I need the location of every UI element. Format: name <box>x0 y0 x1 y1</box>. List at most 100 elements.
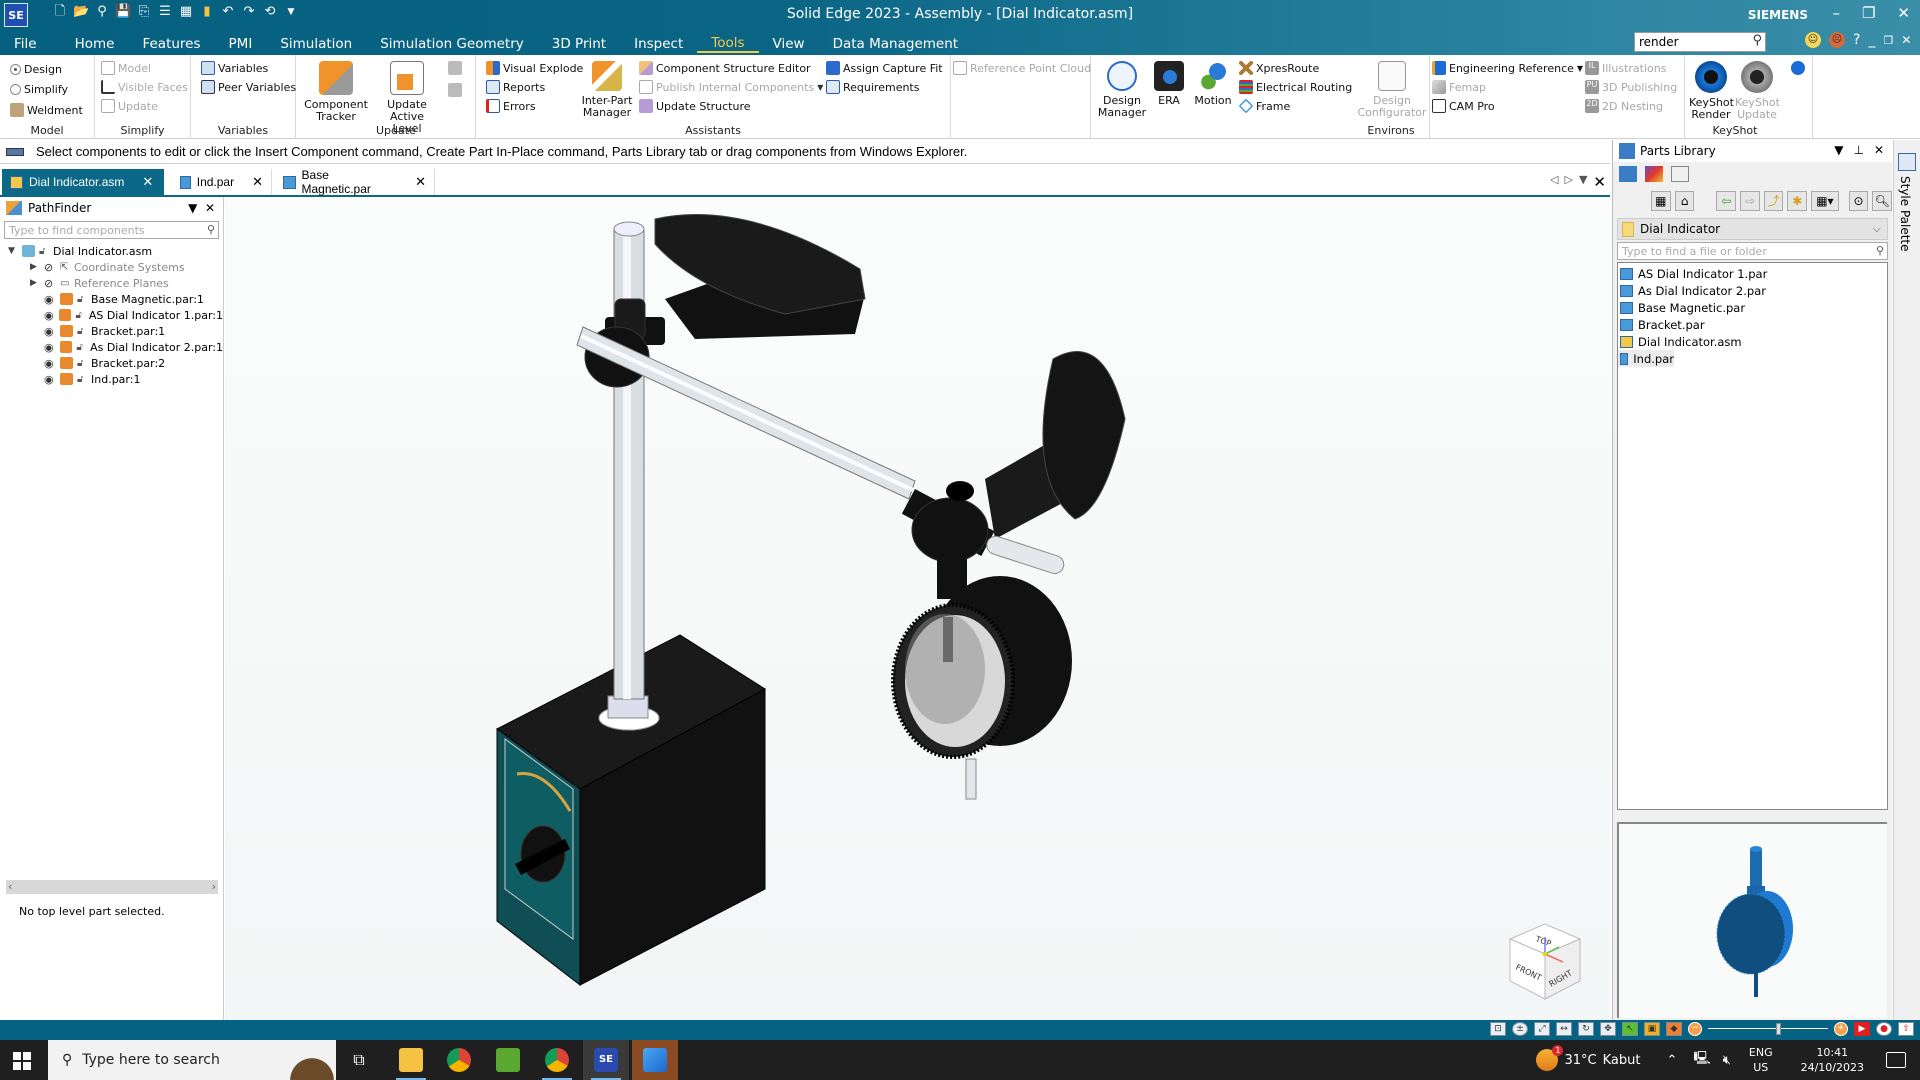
visible-faces-button[interactable]: Visible Faces <box>101 80 188 94</box>
keyshot-render-button[interactable]: KeyShot Render <box>1689 61 1734 121</box>
zoom-icon[interactable]: ± <box>1512 1022 1528 1036</box>
femap-button[interactable]: Femap <box>1432 80 1486 94</box>
frame-button[interactable]: Frame <box>1238 98 1290 114</box>
hidden-eye-icon[interactable]: ⊘ <box>44 277 56 290</box>
doc-close-icon[interactable]: ✕ <box>1901 33 1911 47</box>
tree-item[interactable]: ▶ ⊘ ▭ Reference Planes <box>0 275 223 291</box>
find-icon[interactable]: 🔍︎ <box>1872 191 1893 211</box>
motion-button[interactable]: Motion <box>1191 61 1235 107</box>
doc-restore-icon[interactable]: ❐ <box>1883 34 1893 47</box>
zoom-slider-thumb[interactable] <box>1776 1023 1781 1035</box>
2d-nesting-button[interactable]: 2D 2D Nesting <box>1585 99 1663 113</box>
doc-minimize-icon[interactable]: _ <box>1868 32 1875 48</box>
close-tab-icon[interactable]: ✕ <box>252 174 263 190</box>
tree-item[interactable]: ◉ 🔓︎ As Dial Indicator 2.par:1 <box>0 339 223 355</box>
simplify-radio[interactable]: Simplify <box>10 83 68 96</box>
render-style-icon[interactable]: ▣ <box>1644 1022 1660 1036</box>
up-folder-icon[interactable]: ⤴ <box>1763 191 1784 211</box>
component-tracker-button[interactable]: Component Tracker <box>304 61 368 123</box>
zoom-in-icon[interactable]: + <box>1834 1022 1848 1036</box>
tab-simulation[interactable]: Simulation <box>266 36 366 52</box>
new-folder-icon[interactable]: ✱ <box>1787 191 1808 211</box>
tab-tools[interactable]: Tools <box>697 35 759 53</box>
assign-capture-fit-button[interactable]: Assign Capture Fit <box>826 61 943 75</box>
expand-icon[interactable]: ▶ <box>30 278 40 288</box>
doc-tab-base-magnetic-par[interactable]: Base Magnetic.par ✕ <box>275 168 435 196</box>
reports-button[interactable]: Reports <box>486 80 545 94</box>
doc-tab-ind-par[interactable]: Ind.par ✕ <box>172 169 272 195</box>
bracket-lower[interactable] <box>901 351 1126 576</box>
scroll-left-icon[interactable]: ‹ <box>8 880 12 893</box>
tree-item[interactable]: ◉ 🔓︎ Bracket.par:1 <box>0 323 223 339</box>
update-small-button-2[interactable] <box>448 83 462 97</box>
pan-icon[interactable]: ↔ <box>1556 1022 1572 1036</box>
keyshot-settings-button[interactable] <box>1791 61 1805 75</box>
tab-scroll-right-icon[interactable]: ▷ <box>1564 173 1572 191</box>
requirements-button[interactable]: Requirements <box>826 80 919 94</box>
photos-button[interactable] <box>632 1040 678 1080</box>
chrome-profile-button[interactable] <box>534 1040 580 1080</box>
close-tab-icon[interactable]: ✕ <box>415 174 426 190</box>
panel-close-icon[interactable]: ✕ <box>1874 143 1884 157</box>
file-list-item[interactable]: AS Dial Indicator 1.par <box>1618 265 1887 282</box>
tree-item[interactable]: ◉ 🔓︎ Bracket.par:2 <box>0 355 223 371</box>
tab-inspect[interactable]: Inspect <box>620 36 697 52</box>
show-hidden-icons-icon[interactable]: ⌃ <box>1666 1053 1677 1068</box>
dropdown-arrow-icon[interactable]: ▼ <box>1577 64 1583 73</box>
errors-button[interactable]: Errors <box>486 99 536 113</box>
tab-file[interactable]: File <box>0 36 51 52</box>
search-icon[interactable]: ⚲ <box>1876 244 1884 257</box>
back-icon[interactable]: ⇦ <box>1716 191 1737 211</box>
youtube-icon[interactable]: ▶ <box>1854 1022 1870 1036</box>
design-configurator-button[interactable]: Design Configurator <box>1356 61 1428 119</box>
tab-3d-print[interactable]: 3D Print <box>538 36 620 52</box>
update-small-button-1[interactable] <box>448 61 462 75</box>
xpresroute-button[interactable]: XpresRoute <box>1239 61 1319 75</box>
chevron-down-icon[interactable]: ⌵ <box>1873 222 1881 236</box>
electrical-routing-button[interactable]: Electrical Routing <box>1239 80 1352 94</box>
keyshot-update-button[interactable]: KeyShot Update <box>1735 61 1780 121</box>
view-options-icon[interactable]: ▦▾ <box>1811 191 1839 211</box>
command-search-input[interactable]: render ⚲ <box>1634 32 1766 52</box>
expand-icon[interactable]: ▶ <box>30 262 40 272</box>
zoom-area-icon[interactable]: ⊡ <box>1490 1022 1506 1036</box>
tree-item[interactable]: ◉ 🔓︎ Ind.par:1 <box>0 371 223 387</box>
network-icon[interactable]: 🖳︎ <box>1693 1049 1710 1071</box>
file-list-item[interactable]: Ind.par <box>1618 350 1674 367</box>
design-radio[interactable]: Design <box>10 63 62 76</box>
close-tab-icon[interactable]: ✕ <box>142 174 153 190</box>
dial-indicator[interactable] <box>891 559 1072 800</box>
scroll-right-icon[interactable]: › <box>212 880 216 893</box>
home-icon[interactable]: ⌂ <box>1674 191 1695 211</box>
tab-view[interactable]: View <box>759 36 819 52</box>
era-button[interactable]: ERA <box>1151 61 1187 107</box>
tab-list-icon[interactable]: ▼ <box>1579 173 1587 191</box>
tab-scroll-left-icon[interactable]: ◁ <box>1550 173 1558 191</box>
visible-eye-icon[interactable]: ◉ <box>44 373 56 386</box>
doc-tab-dial-indicator-asm[interactable]: Dial Indicator.asm ✕ <box>2 169 164 195</box>
tab-home[interactable]: Home <box>51 36 129 52</box>
notifications-icon[interactable] <box>1886 1052 1906 1068</box>
visible-eye-icon[interactable]: ◉ <box>44 357 56 370</box>
folder-dropdown[interactable]: Dial Indicator ⌵ <box>1617 218 1888 240</box>
weldment-button[interactable]: Weldment <box>10 103 83 117</box>
coreldraw-button[interactable] <box>485 1040 531 1080</box>
help-icon[interactable]: ? <box>1853 32 1860 48</box>
weather-widget[interactable]: 31°C Kabut <box>1536 1045 1640 1071</box>
restore-icon[interactable]: ❐ <box>1862 4 1875 22</box>
fastener-icon[interactable]: ⊙ <box>1848 191 1869 211</box>
file-list-item[interactable]: Dial Indicator.asm <box>1618 333 1887 350</box>
visible-eye-icon[interactable]: ◉ <box>44 293 56 306</box>
pin-icon[interactable]: ⊥ <box>1853 143 1863 157</box>
tree-root[interactable]: ▼ 🔓︎ Dial Indicator.asm <box>0 243 223 259</box>
view-icon[interactable]: ▦ <box>1651 191 1671 211</box>
solid-edge-button[interactable]: SE <box>583 1040 629 1080</box>
tab-simulation-geometry[interactable]: Simulation Geometry <box>366 36 538 52</box>
frown-feedback-icon[interactable]: ☹ <box>1829 32 1845 48</box>
library-tab-icon[interactable] <box>1619 166 1637 182</box>
component-structure-editor-button[interactable]: Component Structure Editor <box>639 61 811 75</box>
tab-pmi[interactable]: PMI <box>215 36 267 52</box>
visible-eye-icon[interactable]: ◉ <box>44 341 56 354</box>
close-icon[interactable]: ✕ <box>1897 4 1910 22</box>
model-button[interactable]: Model <box>101 61 151 75</box>
